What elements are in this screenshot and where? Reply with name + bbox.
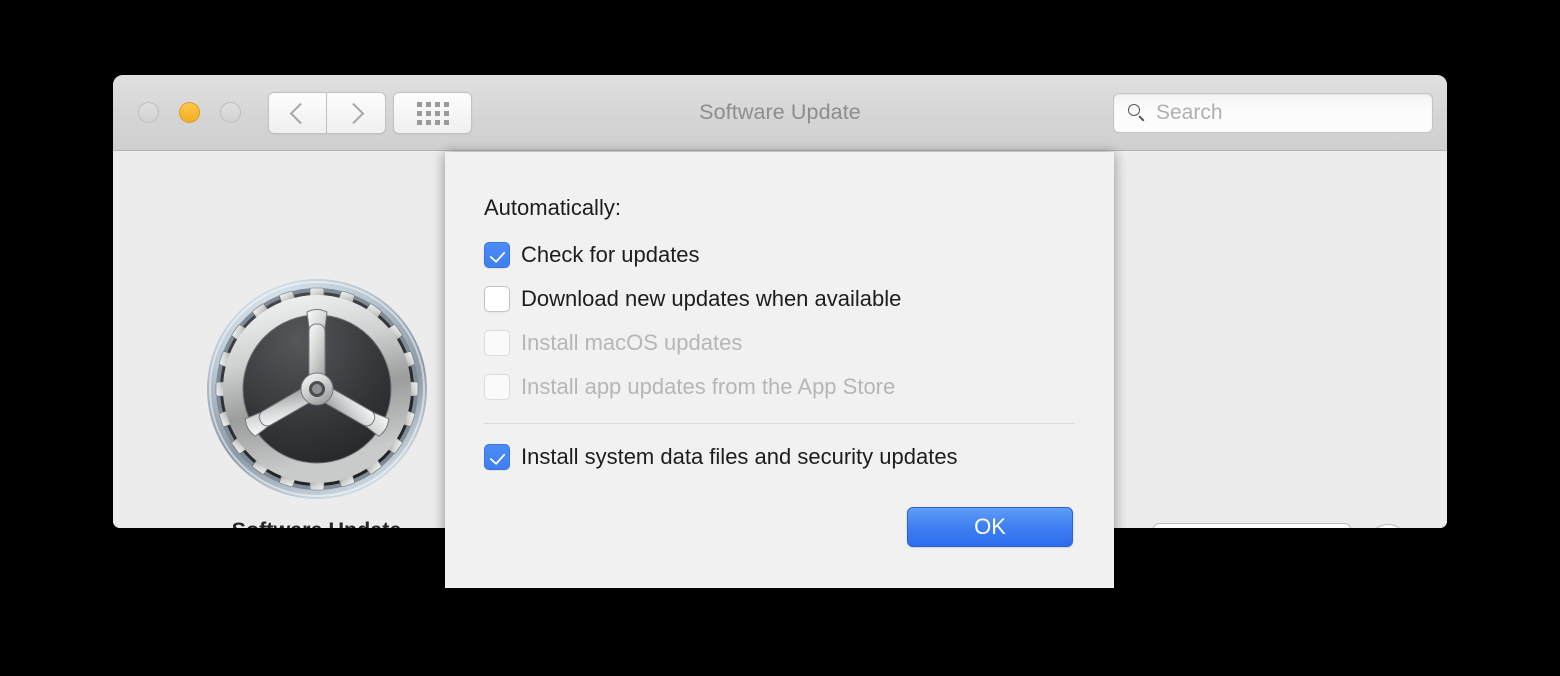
search-placeholder: Search [1156,101,1223,124]
checkbox-label: Install macOS updates [521,330,743,355]
checkbox-row-download-new-updates[interactable]: Download new updates when available [484,284,901,314]
checkbox-label: Check for updates [521,242,700,267]
advanced-button[interactable]: Advanced... [1153,523,1351,528]
software-update-gear-icon [206,279,427,499]
window-toolbar: Software Update Search [113,75,1447,151]
ok-button[interactable]: OK [907,507,1073,547]
checkbox-label: Install system data files and security u… [521,444,958,469]
sheet-title: Automatically: [484,195,621,220]
search-icon [1128,103,1147,123]
search-field[interactable]: Search [1113,93,1433,133]
help-button[interactable]: ? [1368,524,1408,528]
checkbox-check-for-updates[interactable] [484,242,510,268]
checkbox-install-app-updates [484,374,510,400]
screen: Software Update Search Automatically: Ch… [0,0,1560,676]
automatic-updates-sheet: Automatically: Check for updates Downloa… [445,152,1114,588]
checkbox-label: Install app updates from the App Store [521,374,896,399]
checkbox-install-system-data-files[interactable] [484,444,510,470]
checkbox-row-install-system-data-files[interactable]: Install system data files and security u… [484,442,958,472]
checkbox-install-macos-updates [484,330,510,356]
pane-caption: Software Update [192,518,441,528]
checkbox-row-install-macos-updates: Install macOS updates [484,328,742,358]
sheet-separator [484,423,1075,424]
checkbox-label: Download new updates when available [521,286,902,311]
checkbox-download-new-updates[interactable] [484,286,510,312]
checkbox-row-install-app-updates: Install app updates from the App Store [484,372,895,402]
checkbox-row-check-for-updates[interactable]: Check for updates [484,240,700,270]
software-update-identity: Software Update [192,276,441,528]
